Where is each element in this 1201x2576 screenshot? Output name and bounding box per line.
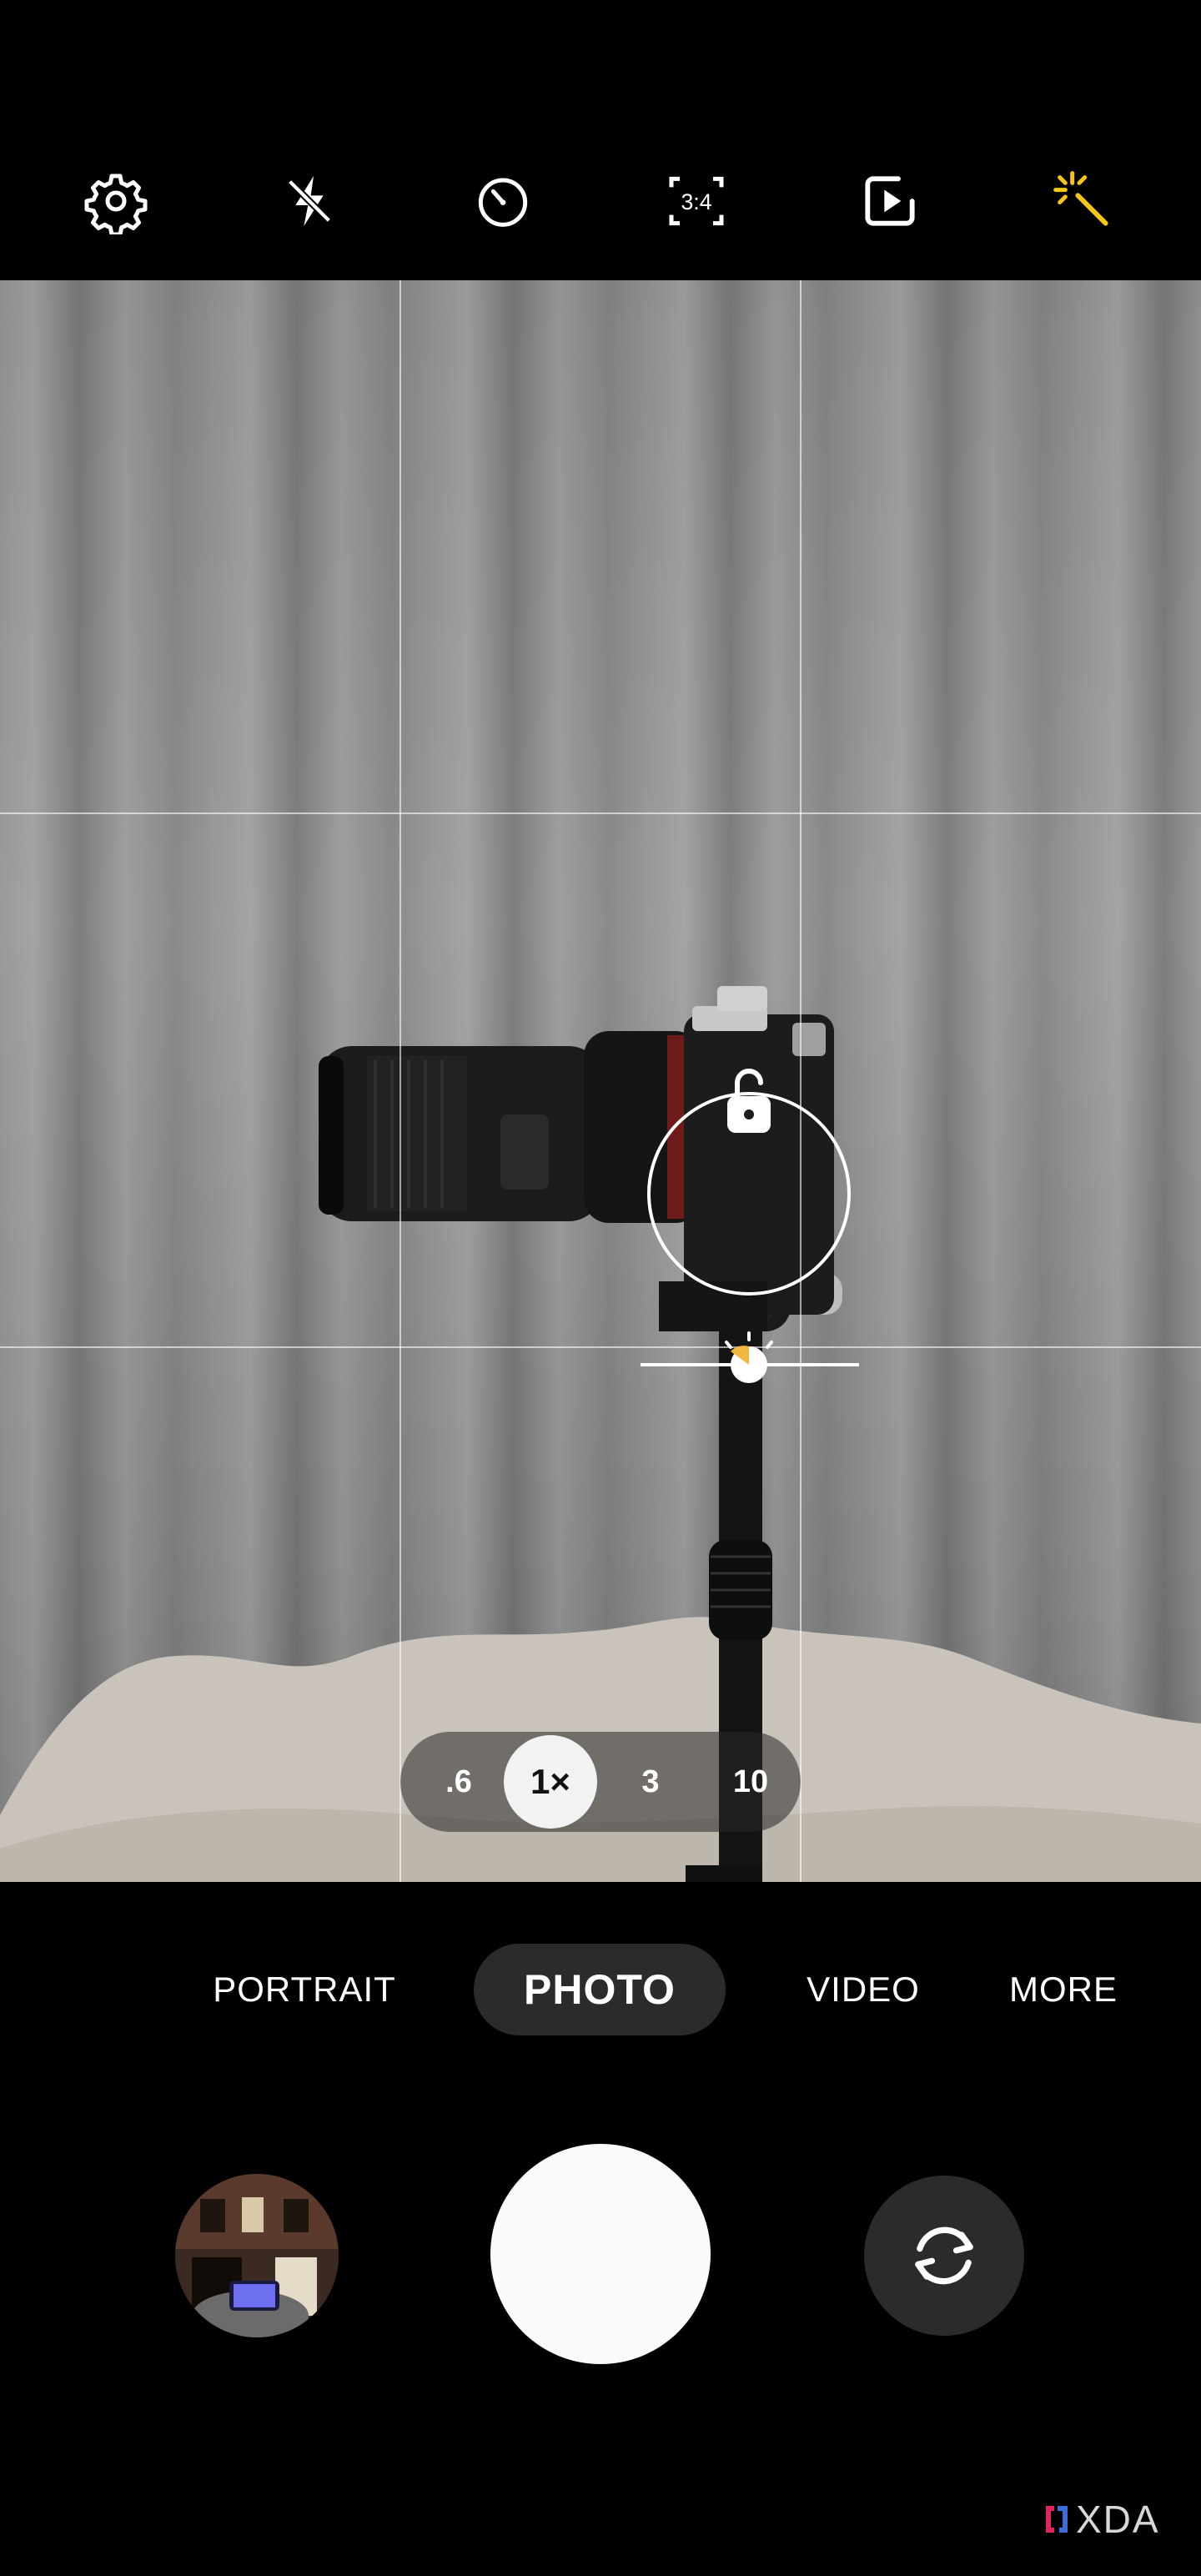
zoom-0-6x-button[interactable]: .6 <box>417 1740 500 1824</box>
xda-watermark: XDA <box>1043 2494 1184 2544</box>
viewfinder[interactable]: .6 1× 3 10 <box>0 280 1201 1882</box>
grid-line <box>0 813 1201 814</box>
watermark-text: XDA <box>1076 2498 1160 2541</box>
timer-icon <box>478 178 528 227</box>
zoom-3x-button[interactable]: 3 <box>609 1740 692 1824</box>
top-toolbar: 3:4 <box>0 0 1201 280</box>
mode-more[interactable]: MORE <box>992 1944 1134 2035</box>
gallery-thumbnail-image <box>175 2174 339 2337</box>
filters-button[interactable] <box>1046 164 1121 239</box>
aspect-ratio-button[interactable]: 3:4 <box>659 164 734 239</box>
zoom-10x-button[interactable]: 10 <box>709 1740 792 1824</box>
xda-logo-icon <box>1046 2506 1068 2533</box>
gallery-thumbnail[interactable] <box>175 2174 339 2337</box>
mode-video[interactable]: VIDEO <box>784 1944 942 2035</box>
zoom-1x-button[interactable]: 1× <box>504 1735 597 1829</box>
gear-icon <box>84 174 148 234</box>
mode-selector: PORTRAIT PHOTO VIDEO MORE <box>0 1944 1201 2035</box>
aspect-ratio-icon: 3:4 <box>669 176 724 226</box>
zoom-selector: .6 1× 3 10 <box>400 1732 801 1832</box>
flash-off-icon <box>287 176 332 226</box>
settings-button[interactable] <box>78 164 153 239</box>
motion-photo-button[interactable] <box>852 164 927 239</box>
timer-button[interactable] <box>465 164 540 239</box>
aspect-ratio-label: 3:4 <box>681 189 711 214</box>
grid-line <box>800 280 802 1882</box>
mode-photo[interactable]: PHOTO <box>474 1944 726 2035</box>
grid-line <box>0 1346 1201 1348</box>
switch-camera-button[interactable] <box>864 2176 1024 2336</box>
shutter-button[interactable] <box>490 2144 711 2364</box>
filters-icon <box>1053 171 1108 226</box>
grid-line <box>399 280 401 1882</box>
mode-portrait[interactable]: PORTRAIT <box>200 1944 409 2035</box>
motion-photo-icon <box>865 176 915 226</box>
switch-camera-icon <box>915 2226 973 2285</box>
camera-on-tripod <box>319 986 842 1882</box>
flash-button[interactable] <box>272 164 347 239</box>
